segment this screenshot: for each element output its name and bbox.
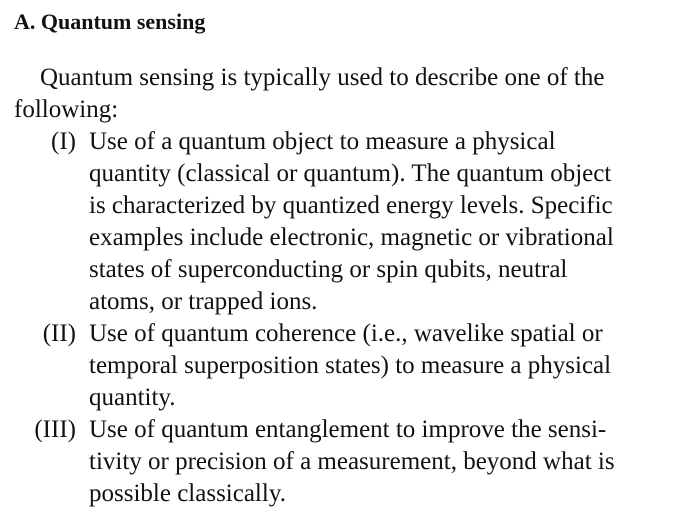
list-item-body: Use of quantum entanglement to improve t… (89, 414, 669, 510)
list-item-marker: (I) (51, 128, 76, 155)
list-item-1: (I) Use of a quantum object to measure a… (0, 126, 686, 318)
intro-line-text: Quantum sensing is typically used to des… (40, 64, 605, 91)
list-item-line: tivity or precision of a measurement, be… (89, 448, 615, 475)
list-item-line: quantity. (89, 384, 176, 411)
list-item-body: Use of quantum coherence (i.e., wavelike… (89, 318, 669, 414)
list-item-body: Use of a quantum object to measure a phy… (89, 126, 669, 318)
list-item-line: temporal superposition states) to measur… (89, 352, 612, 379)
paper-page: A. Quantum sensing Quantum sensing is ty… (0, 0, 686, 512)
list-item-line: Use of quantum entanglement to improve t… (89, 416, 607, 443)
intro-line: Quantum sensing is typically used to des… (14, 62, 668, 94)
list-item-marker: (II) (42, 320, 76, 347)
list-item-2: (II) Use of quantum coherence (i.e., wav… (0, 318, 686, 414)
list-item-marker: (III) (34, 416, 76, 443)
section-heading: A. Quantum sensing (14, 9, 206, 34)
intro-line: following: (14, 96, 119, 123)
list-item-line: atoms, or trapped ions. (89, 288, 318, 315)
list-item-line: possible classically. (89, 480, 286, 507)
list-item-3: (III) Use of quantum entanglement to imp… (0, 414, 686, 510)
definition-list: (I) Use of a quantum object to measure a… (0, 126, 686, 510)
list-item-line: is characterized by quantized energy lev… (89, 192, 613, 219)
list-item-line: quantity (classical or quantum). The qua… (89, 160, 612, 187)
list-item-line: Use of a quantum object to measure a phy… (89, 128, 556, 155)
intro-paragraph: Quantum sensing is typically used to des… (14, 62, 668, 126)
list-item-line: states of superconducting or spin qubits… (89, 256, 568, 283)
list-item-line: examples include electronic, magnetic or… (89, 224, 614, 251)
list-item-line: Use of quantum coherence (i.e., wavelike… (89, 320, 603, 347)
